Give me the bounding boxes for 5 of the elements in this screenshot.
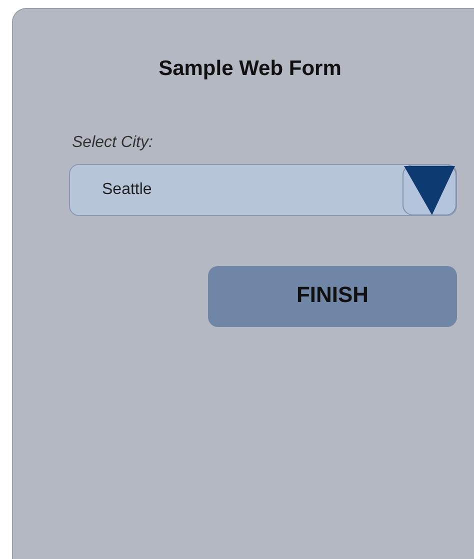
finish-button[interactable]: FINISH	[208, 266, 457, 327]
form-title: Sample Web Form	[158, 56, 342, 81]
dropdown-arrow-icon[interactable]	[402, 164, 457, 216]
field-label: Select City:	[72, 134, 154, 152]
city-dropdown[interactable]: Seattle	[69, 164, 457, 216]
